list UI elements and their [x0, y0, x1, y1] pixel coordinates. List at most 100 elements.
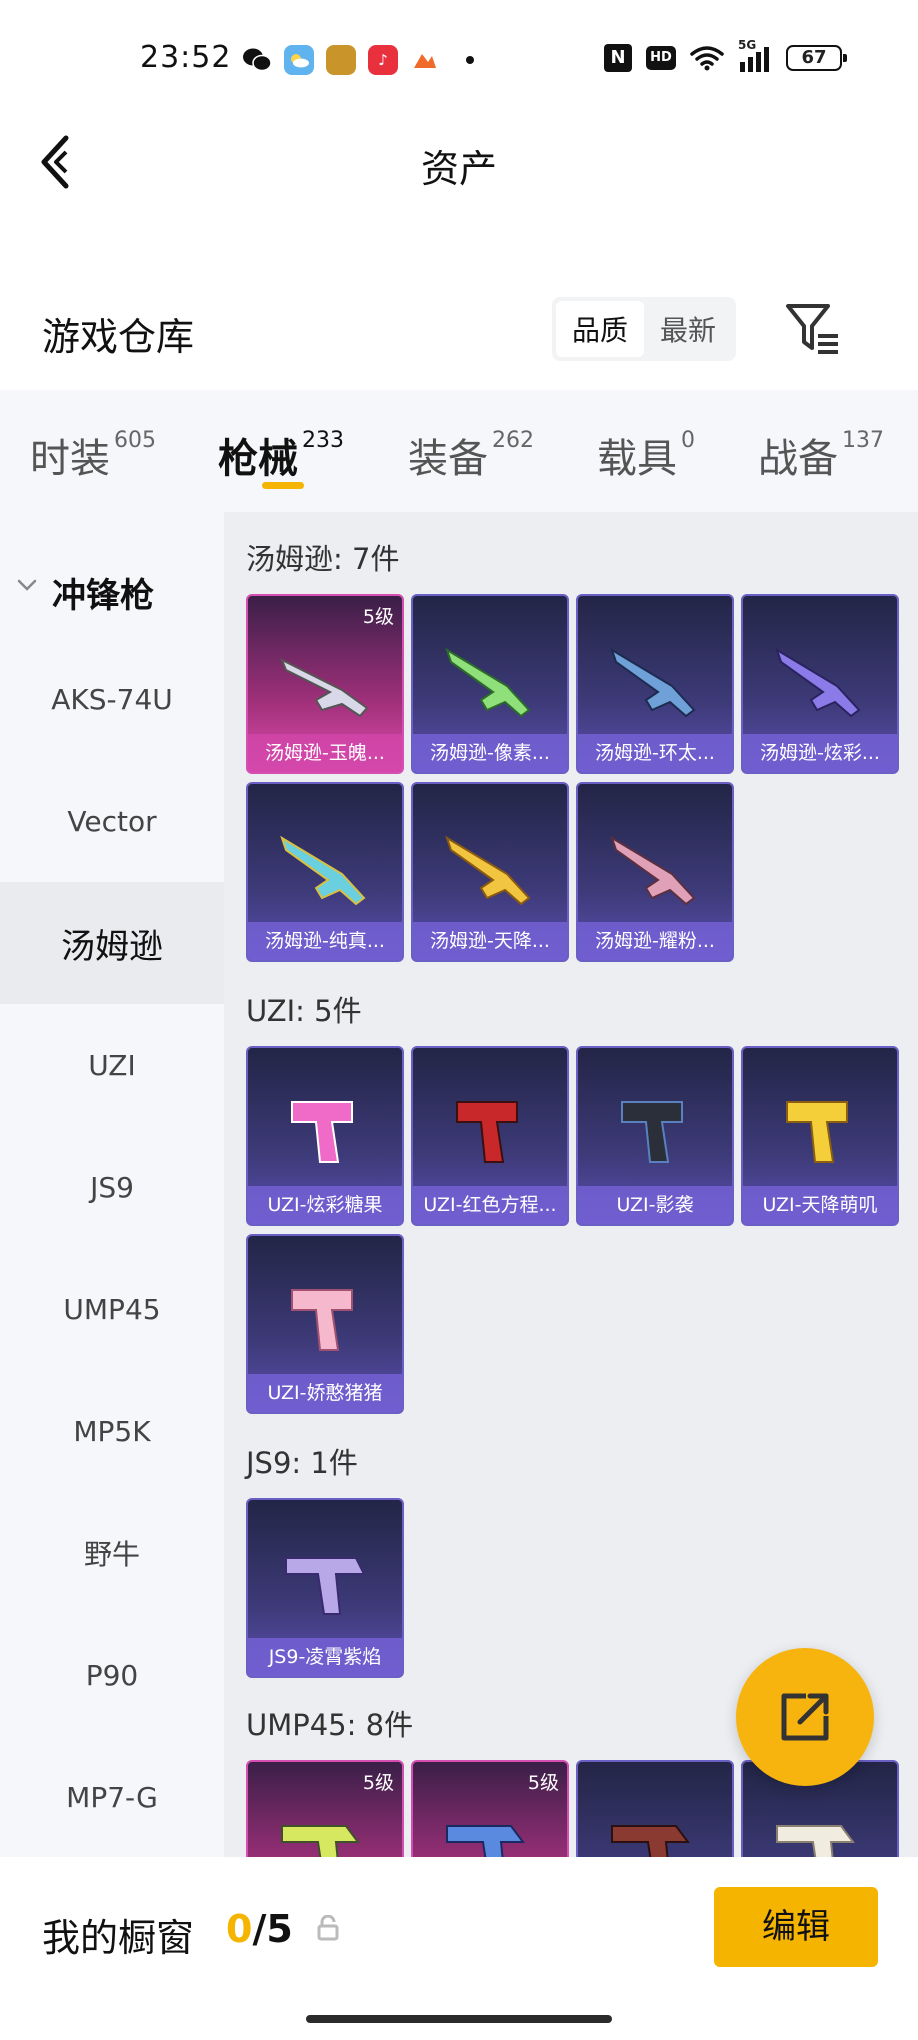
sidebar-group-smg[interactable]: 冲锋枪: [0, 552, 224, 622]
ump45-gun-icon: [281, 1825, 360, 1857]
item-name: UZI-天降萌叽: [743, 1186, 897, 1224]
ump45-gun-icon: [611, 1825, 690, 1857]
tab-fashion[interactable]: 时装 605: [30, 426, 156, 484]
sidebar-item-thompson[interactable]: 汤姆逊: [0, 882, 224, 1004]
thompson-gun-icon: [445, 647, 531, 718]
ump45-gun-icon: [776, 1825, 855, 1857]
app-icon: [410, 45, 440, 75]
item-name: UZI-炫彩糖果: [248, 1186, 402, 1224]
item-name: 汤姆逊-纯真...: [248, 922, 402, 960]
weather-icon: [284, 45, 314, 75]
weapon-category-sidebar: 冲锋枪 AKS-74U Vector 汤姆逊 UZI JS9 UMP45 MP5…: [0, 512, 224, 1857]
showcase-label: 我的橱窗: [42, 1916, 195, 1960]
lock-icon: [317, 1915, 339, 1941]
item-name: UZI-娇憨猪猪: [248, 1374, 402, 1412]
filter-button[interactable]: [784, 302, 842, 356]
tab-label: 装备: [408, 436, 488, 482]
sort-quality-button[interactable]: 品质: [556, 301, 644, 357]
sidebar-item-p90[interactable]: P90: [0, 1614, 224, 1736]
warehouse-title: 游戏仓库: [42, 315, 195, 359]
share-icon: [781, 1693, 829, 1741]
uzi-gun-icon: [291, 1101, 353, 1163]
item-card[interactable]: 汤姆逊-炫彩...: [741, 594, 899, 774]
tab-combat-gear[interactable]: 战备 137: [758, 426, 884, 484]
tab-count: 605: [114, 428, 156, 453]
thompson-gun-icon: [610, 835, 696, 906]
status-time: 23:52: [140, 40, 232, 75]
item-card[interactable]: 汤姆逊-像素...: [411, 594, 569, 774]
edit-button[interactable]: 编辑: [714, 1887, 878, 1967]
showcase-total: 5: [266, 1907, 293, 1951]
tab-equipment[interactable]: 装备 262: [408, 426, 534, 484]
notification-dot: [466, 56, 474, 64]
item-card[interactable]: JS9-凌霄紫焰: [246, 1498, 404, 1678]
game-icon: [326, 45, 356, 75]
item-card[interactable]: UZI-影袭: [576, 1046, 734, 1226]
sort-newest-button[interactable]: 最新: [644, 301, 732, 357]
item-name: UZI-红色方程...: [413, 1186, 567, 1224]
item-name: 汤姆逊-像素...: [413, 734, 567, 772]
page-title: 资产: [420, 147, 497, 191]
sidebar-item-aks74u[interactable]: AKS-74U: [0, 638, 224, 760]
item-name: 汤姆逊-炫彩...: [743, 734, 897, 772]
item-name: UZI-影袭: [578, 1186, 732, 1224]
share-button[interactable]: [736, 1648, 874, 1786]
wechat-icon: [242, 45, 272, 75]
showcase-quota: 0/5: [226, 1907, 293, 1951]
item-card[interactable]: [576, 1760, 734, 1857]
sidebar-item-mp5k[interactable]: MP5K: [0, 1370, 224, 1492]
tab-weapons[interactable]: 枪械 233: [218, 426, 344, 484]
sidebar-group-label: 冲锋枪: [52, 576, 154, 616]
sidebar-item-ump45[interactable]: UMP45: [0, 1248, 224, 1370]
hd-icon: HD: [646, 46, 676, 70]
signal-icon: 5G: [738, 38, 772, 72]
item-name: 汤姆逊-耀粉...: [578, 922, 732, 960]
item-card[interactable]: 汤姆逊-环太...: [576, 594, 734, 774]
item-card[interactable]: 5级: [246, 1760, 404, 1857]
tab-count: 137: [842, 428, 884, 453]
section-title-thompson: 汤姆逊: 7件: [246, 542, 400, 576]
item-level-badge: 5级: [362, 1772, 394, 1794]
uzi-gun-icon: [291, 1289, 353, 1351]
js9-gun-icon: [285, 1557, 366, 1615]
active-tab-indicator: [262, 482, 304, 489]
item-name: 汤姆逊-玉魄...: [248, 734, 402, 772]
tab-label: 战备: [758, 436, 838, 482]
item-card[interactable]: 5级: [411, 1760, 569, 1857]
showcase-bar: 我的橱窗 0/5 编辑: [0, 1857, 918, 2040]
category-tabs: 时装 605 枪械 233 装备 262 载具 0 战备 137: [0, 390, 918, 512]
tab-label: 时装: [30, 436, 110, 482]
item-card[interactable]: UZI-红色方程...: [411, 1046, 569, 1226]
item-level-badge: 5级: [527, 1772, 559, 1794]
item-card[interactable]: 汤姆逊-耀粉...: [576, 782, 734, 962]
status-bar: 23:52 ♪ N HD 5G 67: [0, 0, 918, 120]
sidebar-item-mp7g[interactable]: MP7-G: [0, 1736, 224, 1858]
section-title-js9: JS9: 1件: [246, 1446, 358, 1480]
battery-icon: 67: [786, 45, 847, 71]
sidebar-item-bizon[interactable]: 野牛: [0, 1492, 224, 1614]
sidebar-item-js9[interactable]: JS9: [0, 1126, 224, 1248]
item-card[interactable]: UZI-天降萌叽: [741, 1046, 899, 1226]
home-indicator[interactable]: [306, 2015, 612, 2023]
showcase-used: 0: [226, 1907, 253, 1951]
item-card[interactable]: UZI-炫彩糖果: [246, 1046, 404, 1226]
uzi-gun-icon: [456, 1101, 518, 1163]
thompson-gun-icon: [775, 647, 861, 718]
thompson-gun-icon: [610, 647, 696, 718]
item-card[interactable]: 汤姆逊-天降...: [411, 782, 569, 962]
item-name: 汤姆逊-天降...: [413, 922, 567, 960]
status-system-icons: N HD 5G 67: [604, 38, 847, 72]
tab-vehicles[interactable]: 载具 0: [597, 426, 695, 484]
sidebar-item-uzi[interactable]: UZI: [0, 1004, 224, 1126]
sidebar-item-vector[interactable]: Vector: [0, 760, 224, 882]
item-card[interactable]: 5级 汤姆逊-玉魄...: [246, 594, 404, 774]
uzi-gun-icon: [621, 1101, 683, 1163]
item-name: 汤姆逊-环太...: [578, 734, 732, 772]
section-title-ump45: UMP45: 8件: [246, 1708, 414, 1742]
item-card[interactable]: 汤姆逊-纯真...: [246, 782, 404, 962]
tab-label: 载具: [597, 436, 677, 482]
filter-icon: [786, 304, 838, 354]
item-card[interactable]: UZI-娇憨猪猪: [246, 1234, 404, 1414]
thompson-gun-icon: [280, 835, 366, 906]
chevron-down-icon: [17, 579, 37, 591]
